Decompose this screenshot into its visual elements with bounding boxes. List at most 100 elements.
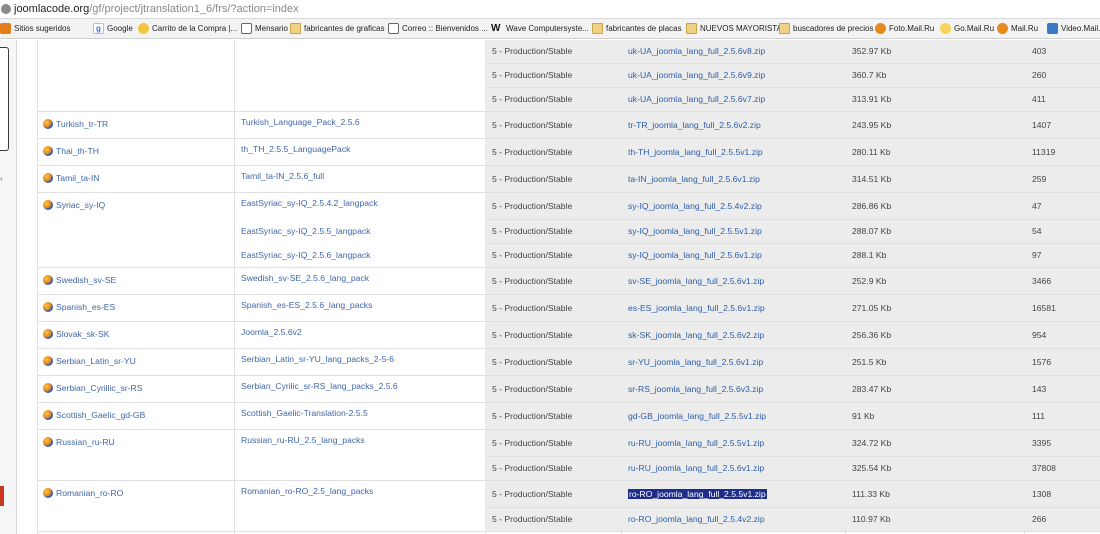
package-link[interactable]: Turkish_Language_Pack_2.5.6 <box>241 117 360 127</box>
download-count: 97 <box>1032 250 1042 260</box>
file-row <box>485 40 1100 63</box>
globe-icon <box>43 329 53 339</box>
file-status: 5 - Production/Stable <box>492 276 573 286</box>
bookmark-item[interactable]: Sitios sugeridos <box>0 23 70 34</box>
url-path: /gf/project/jtranslation1_6/frs/?action=… <box>89 3 299 15</box>
file-size: 280.11 Kb <box>852 147 891 157</box>
package-link[interactable]: Serbian_Latin_sr-YU_lang_packs_2-5-6 <box>241 354 394 364</box>
bookmark-item[interactable]: buscadores de precios <box>779 23 874 34</box>
language-item[interactable]: Serbian_Latin_sr-YU <box>43 356 136 366</box>
file-download-link[interactable]: sy-IQ_joomla_lang_full_2.5.5v1.zip <box>628 226 762 236</box>
download-count: 111 <box>1032 411 1046 421</box>
globe-icon <box>43 488 53 498</box>
package-link[interactable]: Tamil_ta-IN_2.5.6_full <box>241 171 324 181</box>
package-link[interactable]: EastSyriac_sy-IQ_2.5.4.2_langpack <box>241 198 378 208</box>
file-download-link[interactable]: ru-RU_joomla_lang_full_2.5.6v1.zip <box>628 463 764 473</box>
download-count: 266 <box>1032 514 1047 524</box>
bookmark-item[interactable]: Mail.Ru <box>997 23 1038 34</box>
file-download-link[interactable]: sk-SK_joomla_lang_full_2.5.6v2.zip <box>628 330 764 340</box>
file-row <box>485 508 1100 531</box>
package-link[interactable]: Scottish_Gaelic-Translation-2.5.5 <box>241 408 368 418</box>
file-download-link[interactable]: ro-RO_joomla_lang_full_2.5.5v1.zip <box>628 489 767 499</box>
file-download-link[interactable]: ta-IN_joomla_lang_full_2.5.6v1.zip <box>628 174 760 184</box>
package-link[interactable]: Romanian_ro-RO_2.5_lang_packs <box>241 486 373 496</box>
language-name: Scottish_Gaelic_gd-GB <box>56 410 146 420</box>
bookmark-item[interactable]: NUEVOS MAYORISTAS <box>686 23 787 34</box>
bookmark-item[interactable]: Foto.Mail.Ru <box>875 23 934 34</box>
file-download-link[interactable]: tr-TR_joomla_lang_full_2.5.6v2.zip <box>628 120 761 130</box>
file-row <box>485 220 1100 243</box>
bookmark-item[interactable]: Go.Mail.Ru <box>940 23 994 34</box>
file-row <box>485 322 1100 348</box>
page-info-icon[interactable] <box>1 4 11 14</box>
url-text[interactable]: joomlacode.org/gf/project/jtranslation1_… <box>14 3 299 15</box>
group-divider <box>37 138 485 139</box>
language-item[interactable]: Syriac_sy-IQ <box>43 200 105 210</box>
language-item[interactable]: Swedish_sv-SE <box>43 275 116 285</box>
package-link[interactable]: Spanish_es-ES_2.5.6_lang_packs <box>241 300 372 310</box>
collapse-arrow-icon[interactable]: ‹ <box>0 174 5 184</box>
file-download-link[interactable]: sr-RS_joomla_lang_full_2.5.6v3.zip <box>628 384 763 394</box>
language-item[interactable]: Spanish_es-ES <box>43 302 115 312</box>
file-download-link[interactable]: sr-YU_joomla_lang_full_2.5.6v1.zip <box>628 357 763 367</box>
package-link[interactable]: EastSyriac_sy-IQ_2.5.6_langpack <box>241 250 370 260</box>
group-divider <box>37 165 485 166</box>
address-bar[interactable]: joomlacode.org/gf/project/jtranslation1_… <box>0 0 1100 19</box>
file-download-link[interactable]: uk-UA_joomla_lang_full_2.5.6v8.zip <box>628 46 765 56</box>
language-name: Thai_th-TH <box>56 146 99 156</box>
file-status: 5 - Production/Stable <box>492 514 573 524</box>
group-divider <box>37 111 485 112</box>
file-download-link[interactable]: th-TH_joomla_lang_full_2.5.5v1.zip <box>628 147 763 157</box>
file-download-link[interactable]: gd-GB_joomla_lang_full_2.5.5v1.zip <box>628 411 766 421</box>
language-item[interactable]: Slovak_sk-SK <box>43 329 110 339</box>
language-name: Slovak_sk-SK <box>56 329 110 339</box>
bookmark-item[interactable]: fabricantes de graficas <box>290 23 385 34</box>
bookmark-item[interactable]: Mensario <box>241 23 288 34</box>
bookmark-item[interactable]: Carrito de la Compra |... <box>138 23 237 34</box>
file-download-link[interactable]: uk-UA_joomla_lang_full_2.5.6v7.zip <box>628 94 765 104</box>
bookmark-label: Sitios sugeridos <box>14 24 71 33</box>
file-row <box>485 166 1100 192</box>
package-link[interactable]: EastSyriac_sy-IQ_2.5.5_langpack <box>241 226 370 236</box>
file-status: 5 - Production/Stable <box>492 94 573 104</box>
bookmark-item[interactable]: g Google <box>93 23 133 34</box>
bookmark-item[interactable]: fabricantes de placas <box>592 23 682 34</box>
file-size: 251.5 Kb <box>852 357 887 367</box>
group-divider <box>37 267 485 268</box>
file-download-link[interactable]: ru-RU_joomla_lang_full_2.5.5v1.zip <box>628 438 764 448</box>
file-row <box>485 376 1100 402</box>
side-panel-tab[interactable] <box>0 47 9 151</box>
language-name: Swedish_sv-SE <box>56 275 117 285</box>
package-link[interactable]: Russian_ru-RU_2.5_lang_packs <box>241 435 365 445</box>
file-download-link[interactable]: sv-SE_joomla_lang_full_2.5.6v1.zip <box>628 276 764 286</box>
language-item[interactable]: Scottish_Gaelic_gd-GB <box>43 410 145 420</box>
language-item[interactable]: Russian_ru-RU <box>43 437 115 447</box>
bookmark-item[interactable]: Correo :: Bienvenidos ... <box>388 23 488 34</box>
language-name: Spanish_es-ES <box>56 302 116 312</box>
package-link[interactable]: Joomla_2.5.6v2 <box>241 327 302 337</box>
file-download-link[interactable]: ro-RO_joomla_lang_full_2.5.4v2.zip <box>628 514 765 524</box>
package-link[interactable]: Serbian_Cyrilic_sr-RS_lang_packs_2.5.6 <box>241 381 398 391</box>
language-name: Turkish_tr-TR <box>56 119 109 129</box>
package-link[interactable]: th_TH_2.5.5_LanguagePack <box>241 144 350 154</box>
file-row <box>485 481 1100 507</box>
language-name: Serbian_Cyrillic_sr-RS <box>56 383 143 393</box>
file-status: 5 - Production/Stable <box>492 250 573 260</box>
side-red-tab[interactable] <box>0 486 4 506</box>
file-download-link[interactable]: sy-IQ_joomla_lang_full_2.5.6v1.zip <box>628 250 762 260</box>
file-download-link[interactable]: es-ES_joomla_lang_full_2.5.6v1.zip <box>628 303 765 313</box>
group-divider <box>37 192 485 193</box>
language-item[interactable]: Thai_th-TH <box>43 146 99 156</box>
download-count: 11319 <box>1032 147 1056 157</box>
package-link[interactable]: Swedish_sv-SE_2.5.6_lang_pack <box>241 273 369 283</box>
language-item[interactable]: Turkish_tr-TR <box>43 119 108 129</box>
bookmark-label: Go.Mail.Ru <box>954 24 995 33</box>
language-item[interactable]: Romanian_ro-RO <box>43 488 123 498</box>
language-item[interactable]: Tamil_ta-IN <box>43 173 99 183</box>
file-download-link[interactable]: sy-IQ_joomla_lang_full_2.5.4v2.zip <box>628 201 762 211</box>
language-item[interactable]: Serbian_Cyrillic_sr-RS <box>43 383 142 393</box>
bookmark-item[interactable]: W Wave Computersyste... <box>491 23 589 34</box>
bookmark-item[interactable]: Video.Mail.Ru <box>1047 23 1100 34</box>
group-divider <box>37 402 485 403</box>
file-download-link[interactable]: uk-UA_joomla_lang_full_2.5.6v9.zip <box>628 70 765 80</box>
